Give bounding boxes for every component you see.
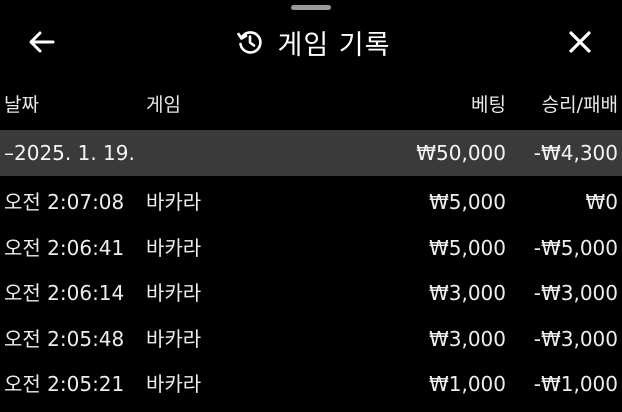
column-header-game[interactable]: 게임 [146, 84, 181, 126]
column-header-win-loss[interactable]: 승리/패배 [542, 84, 618, 126]
history-row[interactable]: 오전 2:05:21 바카라 ₩1,000 -₩1,000 [0, 362, 622, 408]
history-row[interactable]: 오전 2:06:14 바카라 ₩3,000 -₩3,000 [0, 271, 622, 317]
row-game: 바카라 [146, 235, 202, 260]
row-win-loss: -₩1,000 [533, 372, 618, 396]
date-summary-row[interactable]: –2025. 1. 19. ₩50,000 -₩4,300 [0, 130, 622, 176]
row-bet: ₩5,000 [428, 190, 506, 214]
table-header: 날짜 게임 베팅 승리/패배 [0, 84, 622, 126]
close-icon [569, 31, 591, 53]
history-icon [236, 31, 262, 54]
row-game: 바카라 [146, 281, 202, 305]
close-button[interactable] [560, 22, 600, 62]
row-game: 바카라 [146, 190, 202, 214]
header: 게임 기록 [0, 10, 622, 74]
history-row[interactable]: 오전 2:06:41 바카라 ₩5,000 -₩5,000 [0, 226, 622, 272]
page-title: 게임 기록 [277, 29, 391, 61]
summary-date: –2025. 1. 19. [4, 141, 135, 165]
history-row[interactable]: 오전 2:07:08 바카라 ₩5,000 ₩0 [0, 180, 622, 226]
row-game: 바카라 [146, 326, 202, 351]
row-bet: ₩1,000 [428, 372, 506, 396]
row-bet: ₩5,000 [428, 235, 506, 260]
row-win-loss: ₩0 [585, 190, 619, 214]
row-bet: ₩3,000 [428, 281, 506, 305]
row-bet: ₩3,000 [428, 326, 506, 351]
summary-bet: ₩50,000 [416, 141, 506, 165]
history-list: 오전 2:07:08 바카라 ₩5,000 ₩0 오전 2:06:41 바카라 … [0, 180, 622, 408]
row-win-loss: -₩3,000 [533, 326, 618, 351]
row-time: 오전 2:06:14 [4, 281, 125, 305]
history-row[interactable]: 오전 2:05:48 바카라 ₩3,000 -₩3,000 [0, 317, 622, 363]
row-time: 오전 2:05:21 [4, 372, 125, 396]
row-time: 오전 2:05:48 [4, 326, 125, 351]
summary-win-loss: -₩4,300 [533, 141, 618, 165]
column-header-bet[interactable]: 베팅 [471, 84, 506, 126]
row-win-loss: -₩5,000 [533, 235, 618, 260]
column-header-date[interactable]: 날짜 [4, 84, 39, 126]
title-group: 게임 기록 [0, 22, 622, 62]
row-game: 바카라 [146, 372, 202, 396]
row-win-loss: -₩3,000 [533, 281, 618, 305]
game-history-sheet: 게임 기록 날짜 게임 베팅 승리/패배 –2025. 1. 19. ₩50,0… [0, 0, 622, 412]
row-time: 오전 2:07:08 [4, 190, 125, 214]
row-time: 오전 2:06:41 [4, 235, 125, 260]
